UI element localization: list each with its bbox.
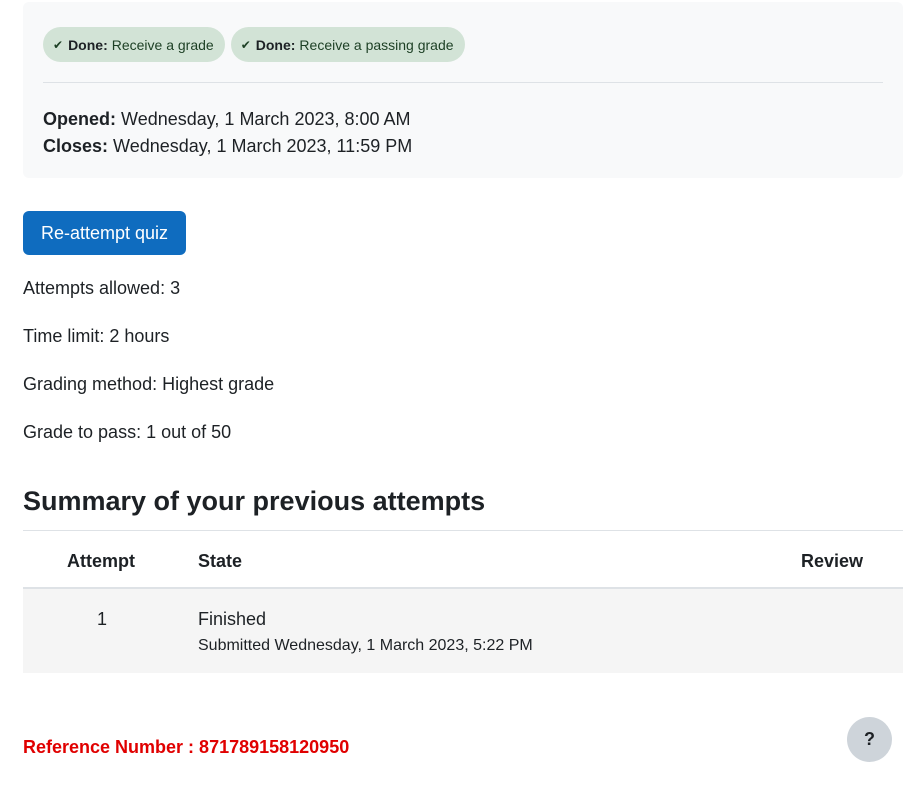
grade-to-pass: Grade to pass: 1 out of 50 — [23, 422, 232, 442]
completion-badge-receive-passing-grade: ✔ Done: Receive a passing grade — [230, 27, 465, 62]
closes-date: Closes: Wednesday, 1 March 2023, 11:59 P… — [43, 133, 412, 160]
attempt-number: 1 — [97, 609, 108, 629]
completion-badge-receive-grade: ✔ Done: Receive a grade — [43, 27, 225, 62]
time-limit: Time limit: 2 hours — [23, 326, 170, 346]
header-state: State — [198, 551, 243, 571]
badge-condition: Receive a passing grade — [299, 36, 454, 53]
table-header: Attempt State Review — [23, 530, 903, 589]
attempts-table: Attempt State Review 1 Finished Submitte… — [23, 530, 903, 673]
summary-title: Summary of your previous attempts — [23, 486, 486, 516]
activity-information-panel: ✔ Done: Receive a grade ✔ Done: Receive … — [23, 2, 903, 178]
closes-value: Wednesday, 1 March 2023, 11:59 PM — [113, 136, 413, 156]
badge-status: Done: — [255, 36, 296, 53]
closes-label: Closes: — [43, 136, 109, 156]
attempt-state: Finished — [198, 609, 267, 629]
help-button[interactable]: ? — [847, 717, 892, 762]
divider — [43, 82, 883, 83]
completion-badges: ✔ Done: Receive a grade ✔ Done: Receive … — [43, 27, 465, 62]
header-attempt: Attempt — [67, 551, 135, 571]
header-review: Review — [801, 551, 864, 571]
reference-number: Reference Number : 871789158120950 — [23, 737, 350, 757]
badge-condition: Receive a grade — [111, 36, 214, 53]
check-icon: ✔ — [53, 37, 64, 52]
activity-dates: Opened: Wednesday, 1 March 2023, 8:00 AM… — [43, 106, 412, 160]
check-icon: ✔ — [240, 37, 251, 52]
attempts-allowed: Attempts allowed: 3 — [23, 278, 181, 298]
attempt-submitted: Submitted Wednesday, 1 March 2023, 5:22 … — [198, 637, 533, 654]
question-mark-icon: ? — [864, 729, 875, 749]
opened-label: Opened: — [43, 109, 117, 129]
table-row: 1 Finished Submitted Wednesday, 1 March … — [23, 589, 903, 673]
grading-method: Grading method: Highest grade — [23, 374, 275, 394]
reattempt-quiz-button[interactable]: Re-attempt quiz — [23, 211, 186, 255]
opened-value: Wednesday, 1 March 2023, 8:00 AM — [121, 109, 411, 129]
badge-status: Done: — [68, 36, 108, 53]
opened-date: Opened: Wednesday, 1 March 2023, 8:00 AM — [43, 106, 412, 133]
